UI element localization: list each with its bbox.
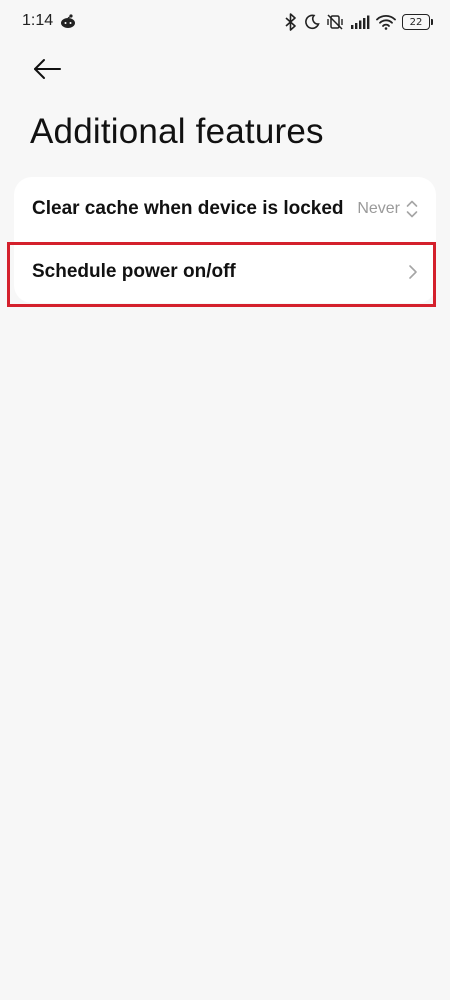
status-time: 1:14 (22, 12, 54, 29)
clear-cache-label: Clear cache when device is locked (32, 197, 344, 219)
app-notification-icon (58, 11, 78, 31)
back-arrow-icon (32, 58, 62, 85)
signal-icon (350, 15, 370, 29)
status-bar: 1:14 22 (0, 0, 450, 44)
battery-level: 22 (409, 16, 423, 28)
chevron-right-icon (408, 264, 418, 280)
clear-cache-row[interactable]: Clear cache when device is locked Never (14, 177, 436, 240)
schedule-power-label: Schedule power on/off (32, 260, 236, 282)
clear-cache-value: Never (357, 199, 400, 217)
settings-card: Clear cache when device is locked Never … (14, 177, 436, 303)
do-not-disturb-icon (304, 14, 320, 30)
bluetooth-icon (284, 13, 298, 31)
vibrate-off-icon (326, 13, 344, 31)
schedule-power-row[interactable]: Schedule power on/off (14, 240, 436, 303)
back-button[interactable] (30, 56, 64, 86)
battery-icon: 22 (402, 14, 433, 30)
page-title: Additional features (30, 112, 324, 151)
up-down-chevron-icon (406, 199, 418, 219)
wifi-icon (376, 14, 396, 30)
